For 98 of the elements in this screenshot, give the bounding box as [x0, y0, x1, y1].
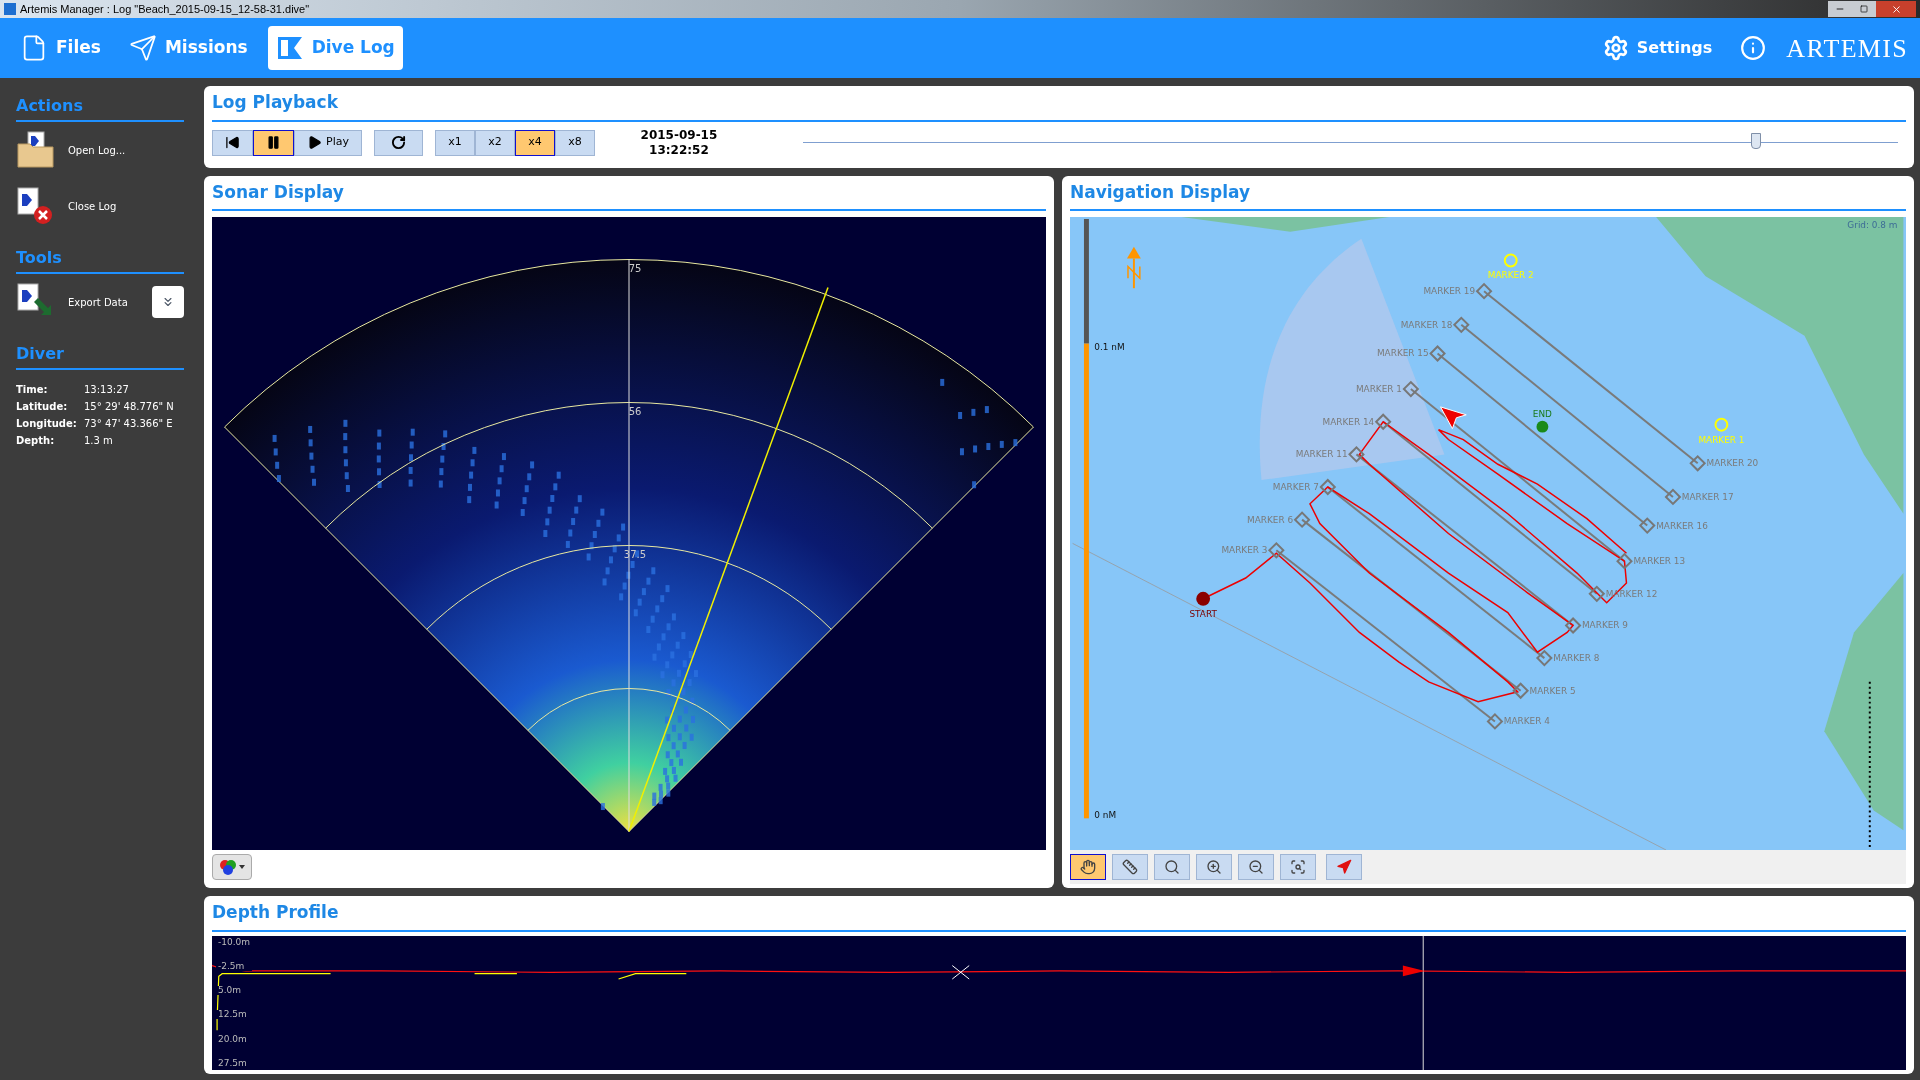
map-tool-button[interactable]	[1196, 854, 1232, 880]
axis-label: -2.5m	[216, 961, 253, 971]
replay-button[interactable]	[373, 129, 423, 156]
map-tool-button[interactable]	[1112, 854, 1148, 880]
map-tool-button[interactable]	[1326, 854, 1362, 880]
waypoint-label: MARKER 18	[1400, 319, 1453, 330]
folder-icon	[16, 130, 56, 170]
settings-icon	[1602, 35, 1629, 61]
waypoint-label: MARKER 6	[1247, 514, 1294, 525]
speed-button[interactable]: x1	[434, 129, 475, 156]
waypoint-label: MARKER 8	[1553, 653, 1600, 664]
info-value: 1.3 m	[84, 434, 114, 448]
info-label: Depth:	[16, 434, 56, 448]
panel-title: Navigation Display	[1070, 175, 1906, 211]
axis-label: -10.0m	[216, 937, 253, 947]
info-icon	[1740, 35, 1767, 61]
info-value: 73° 47' 43.366" E	[84, 417, 174, 431]
waypoint-label: MARKER 7	[1272, 482, 1319, 492]
playback-time: 13:22:52	[649, 142, 709, 158]
grid-label: Grid: 0.8 m	[1847, 219, 1898, 230]
waypoint-label: START	[1189, 608, 1217, 619]
arrow-icon	[1336, 859, 1352, 875]
pause-button[interactable]	[253, 129, 294, 156]
map-tool-button[interactable]	[1070, 854, 1106, 880]
rewind-button[interactable]	[212, 129, 253, 156]
flag-icon	[275, 34, 304, 62]
pause-icon	[266, 135, 281, 150]
range-label: 56	[628, 405, 642, 417]
info-label: Latitude:	[16, 400, 69, 414]
waypoint-label: MARKER 13	[1633, 556, 1686, 567]
sidebar-action[interactable]: Open Log...	[68, 142, 184, 158]
waypoint-label: MARKER 5	[1529, 685, 1576, 696]
section-title: Actions	[16, 86, 184, 122]
target-ring-icon	[1503, 253, 1518, 268]
section-title: Tools	[16, 238, 184, 274]
waypoint-label: MARKER 20	[1706, 458, 1759, 469]
map-tool-button[interactable]	[1238, 854, 1274, 880]
hand-icon	[1080, 859, 1096, 875]
waypoint-label: MARKER 1	[1698, 434, 1745, 445]
target-ring-icon	[1714, 417, 1729, 432]
speed-button[interactable]: x4	[514, 129, 555, 156]
speed-button[interactable]: x8	[554, 129, 595, 156]
waypoint-label: MARKER 15	[1376, 348, 1429, 359]
panel-title: Log Playback	[212, 86, 1906, 122]
start-dot-icon	[1196, 591, 1211, 606]
range-label: 37.5	[623, 548, 647, 560]
info-value: 13:13:27	[84, 383, 130, 397]
waypoint-label: MARKER 16	[1656, 520, 1708, 531]
map-tool-button[interactable]	[1280, 854, 1316, 880]
speed-button[interactable]: x2	[474, 129, 515, 156]
color-palette-button[interactable]	[212, 854, 252, 880]
waypoint-label: MARKER 1	[1355, 384, 1402, 395]
waypoint-label: MARKER 11	[1295, 449, 1348, 460]
info-label: Time:	[16, 383, 49, 397]
zoom-out-icon	[1248, 859, 1264, 875]
sidebar-action[interactable]: Close Log	[68, 198, 184, 214]
waypoint-label: MARKER 14	[1322, 416, 1375, 427]
panel-title: Sonar Display	[212, 175, 1046, 211]
waypoint-label: MARKER 3	[1221, 545, 1268, 556]
close-icon	[1890, 3, 1902, 15]
play-button[interactable]: Play	[294, 129, 362, 156]
double-chevron-icon	[161, 295, 175, 309]
play-icon	[307, 135, 322, 150]
info-label: Longitude:	[16, 417, 78, 431]
info-value: 15° 29' 48.776" N	[84, 400, 175, 414]
rewind-icon	[225, 135, 240, 150]
artemis-logo: ARTEMIS	[1786, 32, 1908, 65]
section-title: Diver	[16, 334, 184, 370]
waypoint-label: MARKER 9	[1581, 620, 1628, 631]
playback-date: 2015-09-15	[640, 127, 718, 143]
color-circles-icon	[219, 858, 237, 876]
range-label: 75	[628, 262, 642, 274]
search-icon	[1164, 859, 1180, 875]
info-button[interactable]	[1740, 35, 1767, 61]
end-dot-icon	[1536, 420, 1549, 433]
sidebar-action[interactable]: Export Data	[68, 294, 140, 310]
north-arrow-icon	[1127, 246, 1141, 290]
dropdown-button[interactable]	[152, 286, 184, 318]
app-icon	[4, 3, 16, 15]
window-title: Artemis Manager : Log "Beach_2015-09-15_12-58-31.dive"	[20, 1, 310, 17]
zoom-in-icon	[1206, 859, 1222, 875]
maximize-icon	[1860, 5, 1868, 13]
waypoint-label: END	[1532, 408, 1552, 419]
minimize-button[interactable]	[1828, 1, 1852, 17]
ruler-icon	[1122, 859, 1138, 875]
waypoint-label: MARKER 2	[1487, 270, 1534, 281]
zoom-area-icon	[1290, 859, 1306, 875]
scale-label: 0.1 nM	[1094, 341, 1125, 352]
vessel-arrow-icon	[1440, 406, 1467, 430]
waypoint-label: MARKER 4	[1503, 716, 1550, 727]
scale-label: 0 nM	[1094, 810, 1117, 821]
waypoint-label: MARKER 19	[1423, 286, 1476, 297]
panel-title: Depth Profile	[212, 896, 1906, 932]
paper-plane-icon	[128, 34, 157, 62]
replay-icon	[390, 135, 406, 150]
caret-icon	[239, 865, 245, 869]
waypoint-label: MARKER 17	[1681, 491, 1734, 502]
map-tool-button[interactable]	[1154, 854, 1190, 880]
